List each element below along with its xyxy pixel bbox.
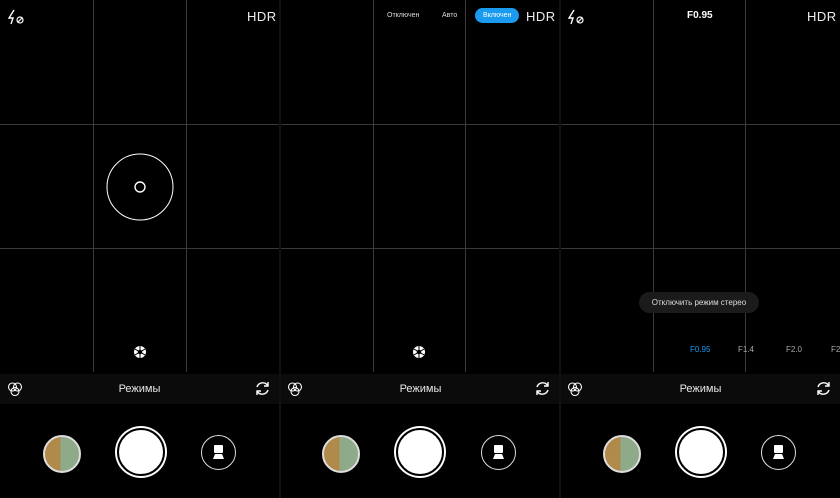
hdr-button[interactable]: HDR [247,9,277,24]
current-aperture[interactable]: F0.95 [687,10,713,21]
gallery-thumbnail[interactable] [322,435,360,473]
flash-off-icon[interactable] [567,9,585,30]
rotate-camera-icon[interactable] [534,380,551,402]
hdr-button[interactable]: HDR [526,9,556,24]
grid-line [0,248,279,249]
modes-button[interactable]: Режимы [561,383,840,395]
gallery-thumbnail[interactable] [603,435,641,473]
grid-line [373,0,374,372]
grid-line [465,0,466,372]
focus-ring-icon [105,152,175,227]
hdr-option-auto[interactable]: Авто [442,12,457,19]
gallery-thumbnail[interactable] [43,435,81,473]
camera-panel-2: Отключен Авто Включен HDR Режимы [281,0,560,498]
front-camera-switch[interactable] [761,435,796,470]
camera-controls: Режимы [0,372,279,498]
grid-line [93,0,94,372]
modes-button[interactable]: Режимы [0,383,279,395]
aperture-option[interactable]: F2 [831,345,840,354]
grid-line [281,124,560,125]
grid-line [561,248,840,249]
aperture-icon[interactable] [412,345,426,364]
front-camera-switch[interactable] [201,435,236,470]
aperture-option[interactable]: F1.4 [738,345,754,354]
viewfinder[interactable]: HDR [0,0,279,372]
camera-controls: Режимы [561,372,840,498]
grid-line [186,0,187,372]
grid-line [0,124,279,125]
hdr-option-on[interactable]: Включен [475,8,520,23]
camera-panel-1: HDR Режимы [0,0,279,498]
modes-bar: Режимы [0,374,279,404]
modes-bar: Режимы [281,374,560,404]
flash-off-icon[interactable] [7,9,25,30]
front-camera-icon [212,444,225,465]
disable-stereo-button[interactable]: Отключить режим стерео [639,292,759,313]
grid-line [653,0,654,372]
front-camera-icon [772,444,785,465]
shutter-button[interactable] [117,428,165,476]
viewfinder[interactable]: Отключен Авто Включен HDR [281,0,560,372]
camera-panel-3: F0.95 HDR Отключить режим стерео F0.95 F… [561,0,840,498]
front-camera-switch[interactable] [481,435,516,470]
hdr-option-off[interactable]: Отключен [387,12,419,19]
modes-button[interactable]: Режимы [281,383,560,395]
rotate-camera-icon[interactable] [254,380,271,402]
hdr-button[interactable]: HDR [807,9,837,24]
shutter-button[interactable] [396,428,444,476]
aperture-icon[interactable] [133,345,147,364]
grid-line [561,124,840,125]
rotate-camera-icon[interactable] [815,380,832,402]
front-camera-icon [492,444,505,465]
grid-line [281,248,560,249]
shutter-button[interactable] [677,428,725,476]
viewfinder[interactable]: F0.95 HDR Отключить режим стерео F0.95 F… [561,0,840,372]
aperture-option[interactable]: F0.95 [690,345,710,354]
modes-bar: Режимы [561,374,840,404]
aperture-option[interactable]: F2.0 [786,345,802,354]
grid-line [745,0,746,372]
camera-controls: Режимы [281,372,560,498]
